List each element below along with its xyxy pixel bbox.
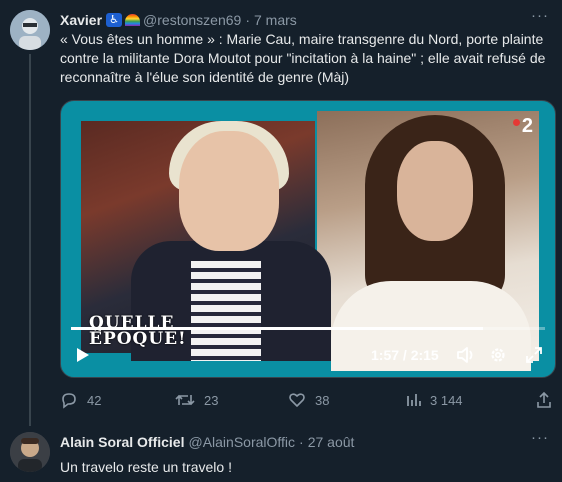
video-progress-fill xyxy=(71,327,484,330)
reply-button[interactable]: 42 xyxy=(60,390,101,410)
fullscreen-button[interactable] xyxy=(523,343,545,367)
volume-icon xyxy=(457,347,473,363)
tweet[interactable]: Xavier ♿ @restonszen69 · 7 mars ··· « Vo… xyxy=(0,0,562,426)
play-icon xyxy=(77,348,89,362)
video-progress-bar[interactable] xyxy=(71,327,545,330)
share-icon xyxy=(537,391,551,408)
tweet-header: Xavier ♿ @restonszen69 · 7 mars xyxy=(60,11,297,29)
person-left-face xyxy=(179,131,279,251)
channel-dot-icon xyxy=(512,119,520,126)
avatar[interactable] xyxy=(10,10,50,50)
separator: · xyxy=(245,12,250,28)
tweet-actions: 42 23 38 3 144 xyxy=(60,390,556,412)
channel-logo: 2 xyxy=(512,115,533,138)
tweet-header: Alain Soral Officiel @AlainSoralOffic · … xyxy=(60,433,354,451)
person-left-shirt xyxy=(191,261,261,361)
show-logo-line2: ÉPOQUE! xyxy=(89,329,187,349)
author-name[interactable]: Alain Soral Officiel xyxy=(60,434,184,450)
reply-count: 42 xyxy=(87,392,102,408)
avatar[interactable] xyxy=(10,432,50,472)
tweet-date[interactable]: 7 mars xyxy=(254,12,297,28)
author-handle[interactable]: @restonszen69 xyxy=(143,12,241,28)
show-logo: QUELLE ÉPOQUE! xyxy=(89,315,187,349)
views-icon xyxy=(407,394,421,406)
separator: · xyxy=(299,434,304,450)
like-button[interactable]: 38 xyxy=(288,390,329,410)
more-options-icon[interactable]: ··· xyxy=(530,8,550,28)
play-button[interactable] xyxy=(73,343,93,367)
views-count: 3 144 xyxy=(430,392,463,408)
retweet-icon xyxy=(175,394,195,406)
volume-button[interactable] xyxy=(455,343,477,367)
tweet[interactable]: Alain Soral Officiel @AlainSoralOffic · … xyxy=(0,422,562,482)
accessibility-icon: ♿ xyxy=(106,13,123,27)
views-button[interactable]: 3 144 xyxy=(405,390,463,410)
channel-number: 2 xyxy=(521,115,533,137)
person-right-face xyxy=(397,141,473,241)
tweet-text: « Vous êtes un homme » : Marie Cau, mair… xyxy=(60,31,546,85)
fullscreen-icon xyxy=(526,347,542,363)
rainbow-flag-icon xyxy=(125,14,141,26)
author-handle[interactable]: @AlainSoralOffic xyxy=(188,434,295,450)
video-time: 1:57 / 2:15 xyxy=(371,347,439,363)
video-player[interactable]: QUELLE ÉPOQUE! 2 1:57 / 2:15 xyxy=(60,100,556,378)
retweet-count: 23 xyxy=(204,392,219,408)
like-count: 38 xyxy=(315,392,330,408)
tweet-date[interactable]: 27 août xyxy=(308,434,355,450)
thread-line xyxy=(29,54,31,426)
gear-icon xyxy=(491,348,505,362)
reply-icon xyxy=(62,393,76,409)
more-options-icon[interactable]: ··· xyxy=(530,430,550,450)
share-button[interactable] xyxy=(536,390,552,410)
tweet-text: Un travelo reste un travelo ! xyxy=(60,459,232,475)
heart-icon xyxy=(289,393,305,407)
settings-button[interactable] xyxy=(487,343,509,367)
retweet-button[interactable]: 23 xyxy=(175,390,218,410)
author-name[interactable]: Xavier xyxy=(60,12,102,28)
